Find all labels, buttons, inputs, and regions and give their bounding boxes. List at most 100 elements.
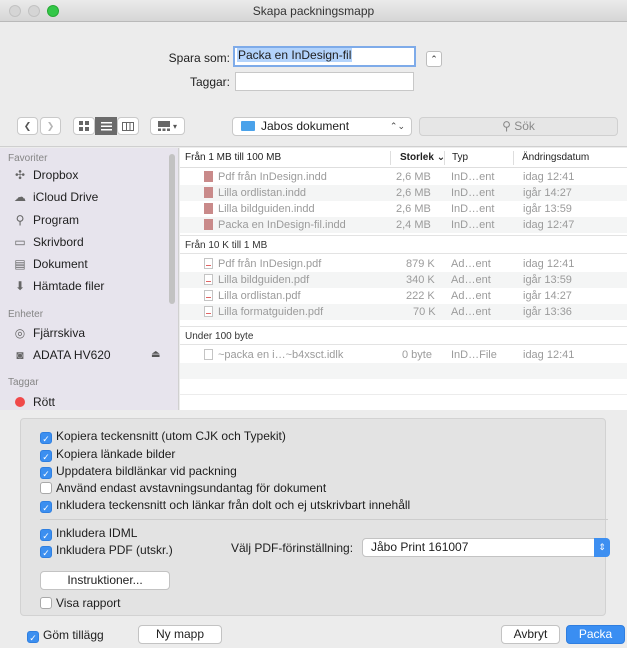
checkmark-icon: ✓ [40, 432, 52, 444]
pdf-file-icon [204, 306, 213, 317]
checkbox-label: Använd endast avstavningsundantag för do… [56, 481, 327, 495]
file-row[interactable]: Pdf från InDesign.pdf 879 K Ad…ent idag … [180, 256, 627, 272]
update-graphic-links-checkbox[interactable]: ✓ Uppdatera bildlänkar vid packning [40, 463, 237, 479]
download-icon: ⬇ [14, 279, 26, 293]
collapse-dialog-button[interactable]: ⌃ [426, 51, 442, 67]
sidebar-item-label: Hämtade filer [33, 279, 105, 293]
column-view-button[interactable] [117, 117, 139, 135]
file-type: Ad…ent [451, 306, 491, 318]
sidebar-scrollbar[interactable] [169, 154, 175, 304]
indesign-file-icon [204, 171, 213, 182]
file-row[interactable]: Lilla bildguiden.indd 2,6 MB InD…ent igå… [180, 201, 627, 217]
file-row[interactable]: ~packa en i…~b4xsct.idlk 0 byte InD…File… [180, 347, 627, 363]
sidebar-item-label: Fjärrskiva [33, 326, 86, 340]
sidebar-item-program[interactable]: ⚲ Program [13, 210, 173, 230]
file-type: InD…ent [451, 187, 495, 199]
file-row[interactable]: Lilla formatguiden.pdf 70 K Ad…ent igår … [180, 304, 627, 320]
empty-row [180, 363, 627, 379]
sidebar-item-skrivbord[interactable]: ▭ Skrivbord [13, 232, 173, 252]
sidebar-item-hamtade-filer[interactable]: ⬇ Hämtade filer [13, 276, 173, 296]
gallery-icon [157, 121, 170, 131]
back-button[interactable]: ❮ [17, 117, 38, 135]
indesign-file-icon [204, 203, 213, 214]
file-size: 879 K [406, 258, 435, 270]
file-size: 2,6 MB [396, 171, 431, 183]
sidebar-item-rott[interactable]: Rött [13, 392, 173, 410]
title-bar: Skapa packningsmapp [0, 0, 627, 22]
search-field[interactable]: ⚲ Sök [419, 117, 618, 136]
column-size[interactable]: Storlek ⌄ [400, 148, 445, 168]
sidebar: Favoriter ✣ Dropbox ☁ iCloud Drive ⚲ Progra… [0, 148, 179, 410]
document-hyphenation-checkbox[interactable]: Använd endast avstavningsundantag för do… [40, 480, 326, 496]
sidebar-item-label: Dropbox [33, 168, 79, 182]
file-size: 2,4 MB [396, 219, 431, 231]
include-idml-checkbox[interactable]: ✓ Inkludera IDML [40, 525, 137, 541]
pdf-preset-select[interactable]: Jåbo Print 161007 ⇕ [362, 538, 610, 557]
column-divider [513, 151, 514, 165]
sidebar-item-adata-hv620[interactable]: ◙ ADATA HV620 ⏏ [13, 345, 173, 365]
column-divider [444, 151, 445, 165]
package-options-panel: ✓ Kopiera teckensnitt (utom CJK och Typek… [20, 418, 610, 616]
file-type: InD…ent [451, 219, 495, 231]
checkbox-label: Kopiera länkade bilder [56, 447, 176, 461]
sidebar-item-icloud-drive[interactable]: ☁ iCloud Drive [13, 187, 173, 207]
copy-fonts-checkbox[interactable]: ✓ Kopiera teckensnitt (utom CJK och Typek… [40, 428, 286, 444]
copy-linked-graphics-checkbox[interactable]: ✓ Kopiera länkade bilder [40, 446, 175, 462]
file-name: Pdf från InDesign.pdf [218, 258, 322, 270]
list-view-button[interactable] [95, 117, 117, 135]
checkbox-label: Visa rapport [56, 596, 121, 610]
pdf-file-icon [204, 258, 213, 269]
checkbox-label: Kopiera teckensnitt (utom CJK och Typeki… [56, 429, 286, 443]
file-row[interactable]: Pdf från InDesign.indd 2,6 MB InD…ent id… [180, 169, 627, 185]
sidebar-item-label: Dokument [33, 257, 88, 271]
remote-disc-icon: ◎ [14, 326, 26, 340]
minimize-window-button[interactable] [28, 5, 40, 17]
browser-toolbar: ❮ ❯ ▾ Jabos dokument ⌃⌄ ⚲ Sök [0, 105, 627, 147]
new-folder-button[interactable]: Ny mapp [138, 625, 222, 644]
chevron-down-icon: ▾ [172, 121, 177, 131]
lock-file-icon [204, 349, 213, 360]
file-row[interactable]: Packa en InDesign-fil.indd 2,4 MB InD…en… [180, 217, 627, 233]
location-label: Jabos dokument [261, 119, 350, 133]
save-as-field[interactable]: Packa en InDesign-fil [233, 46, 416, 67]
file-row[interactable]: Lilla bildguiden.pdf 340 K Ad…ent igår 1… [180, 272, 627, 288]
sidebar-section-favorites: Favoriter [8, 153, 48, 164]
checkbox-label: Göm tillägg [43, 628, 104, 642]
sidebar-item-fjarrskiva[interactable]: ◎ Fjärrskiva [13, 323, 173, 343]
file-row[interactable]: Lilla ordlistan.indd 2,6 MB InD…ent igår… [180, 185, 627, 201]
sidebar-item-dropbox[interactable]: ✣ Dropbox [13, 165, 173, 185]
sidebar-item-dokument[interactable]: ▤ Dokument [13, 254, 173, 274]
cancel-button[interactable]: Avbryt [501, 625, 560, 644]
icon-view-button[interactable] [73, 117, 95, 135]
column-size-label: Storlek [400, 152, 434, 163]
column-date[interactable]: Ändringsdatum [522, 148, 589, 168]
pdf-preset-label: Välj PDF-förinställning: [231, 541, 354, 555]
forward-button[interactable]: ❯ [40, 117, 61, 135]
include-hidden-content-checkbox[interactable]: ✓ Inkludera teckensnitt och länkar från d… [40, 497, 410, 513]
applications-icon: ⚲ [15, 213, 25, 227]
column-name[interactable]: Från 1 MB till 100 MB [185, 148, 281, 168]
sidebar-item-label: Program [33, 213, 80, 227]
show-report-checkbox[interactable]: Visa rapport [40, 595, 120, 611]
file-row[interactable]: Lilla ordlistan.pdf 222 K Ad…ent igår 14… [180, 288, 627, 304]
desktop-icon: ▭ [14, 235, 26, 249]
hide-extension-checkbox[interactable]: ✓ Göm tillägg [27, 627, 104, 643]
include-pdf-checkbox[interactable]: ✓ Inkludera PDF (utskr.) [40, 542, 173, 558]
file-type: Ad…ent [451, 290, 491, 302]
pdf-file-icon [204, 290, 213, 301]
file-date: igår 13:59 [523, 274, 572, 286]
location-popup[interactable]: Jabos dokument ⌃⌄ [232, 117, 412, 136]
column-type[interactable]: Typ [452, 148, 468, 168]
tags-field[interactable] [235, 72, 414, 91]
save-as-label: Spara som: [168, 51, 230, 65]
gallery-view-button[interactable]: ▾ [150, 117, 185, 135]
checkbox-label: Inkludera IDML [56, 526, 138, 540]
instructions-button[interactable]: Instruktioner... [40, 571, 170, 590]
eject-icon[interactable]: ⏏ [151, 345, 160, 365]
pack-button[interactable]: Packa [566, 625, 625, 644]
sidebar-item-label: Skrivbord [33, 235, 84, 249]
file-size: 0 byte [402, 349, 432, 361]
zoom-window-button[interactable] [47, 5, 59, 17]
close-window-button[interactable] [9, 5, 21, 17]
file-date: igår 13:59 [523, 203, 572, 215]
